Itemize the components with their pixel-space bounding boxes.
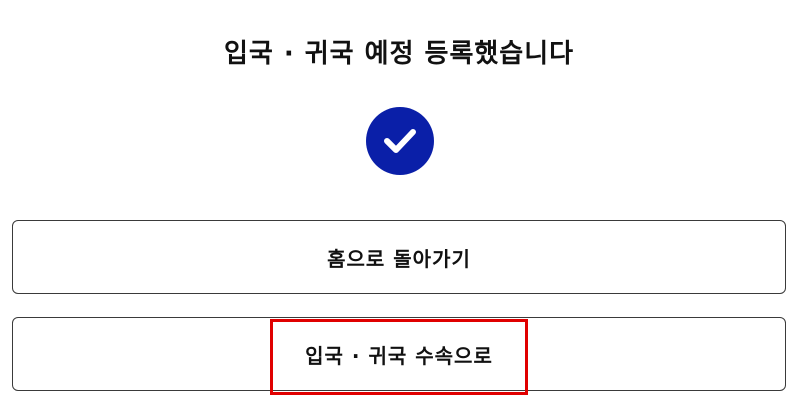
checkmark-icon: [384, 129, 416, 153]
home-button-label: 홈으로 돌아가기: [327, 246, 471, 271]
immigration-procedure-button-label: 입국 · 귀국 수속으로: [305, 343, 493, 368]
home-button[interactable]: 홈으로 돌아가기: [12, 220, 786, 294]
page-title: 입국 · 귀국 예정 등록했습니다: [223, 39, 575, 69]
immigration-procedure-button[interactable]: 입국 · 귀국 수속으로: [12, 317, 786, 391]
check-circle-icon: [366, 107, 434, 175]
